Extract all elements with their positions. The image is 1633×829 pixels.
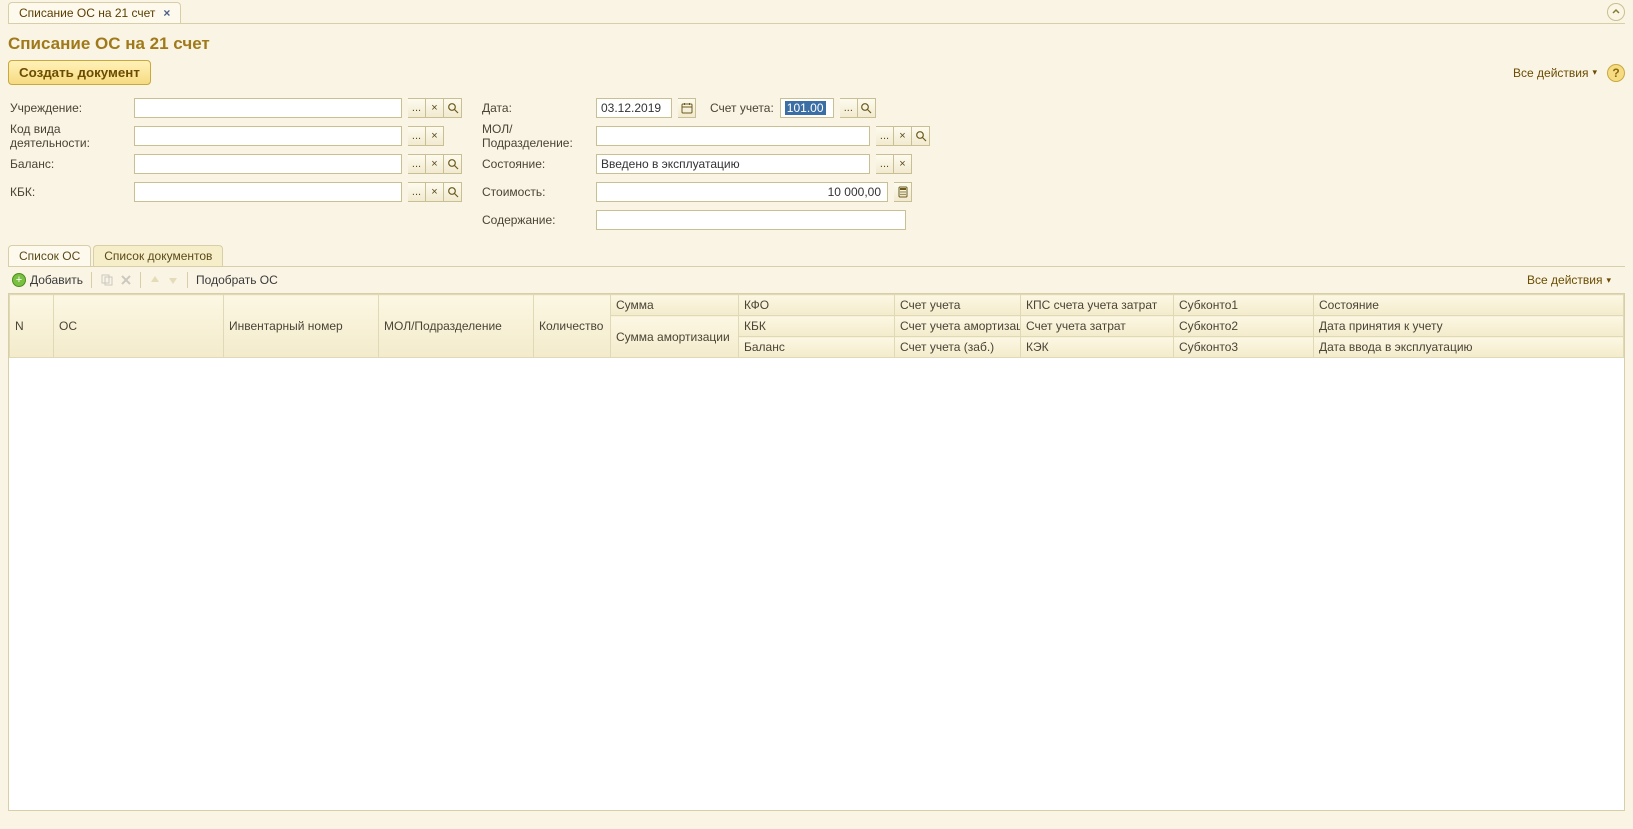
tab-main[interactable]: Списание ОС на 21 счет × [8,2,181,23]
list-toolbar: + Добавить Подобрать ОС Все действия ▾ [8,267,1625,293]
search-button[interactable] [858,98,876,118]
mol-input[interactable] [596,126,870,146]
cost-value: 10 000,00 [601,185,883,199]
page-title: Списание ОС на 21 счет [8,34,1625,54]
mol-label: МОЛ/Подразделение: [482,122,590,150]
ellipsis-button[interactable]: ... [408,126,426,146]
col-date-accept[interactable]: Дата принятия к учету [1314,316,1624,337]
col-os[interactable]: ОС [54,295,224,358]
ellipsis-button[interactable]: ... [408,98,426,118]
calculator-icon[interactable] [894,182,912,202]
col-amort[interactable]: Сумма амортизации [611,316,739,358]
balance-label: Баланс: [10,157,128,171]
col-acc-cost[interactable]: Счет учета затрат [1021,316,1174,337]
activity-input[interactable] [134,126,402,146]
list-all-actions-menu[interactable]: Все действия ▾ [1527,273,1611,287]
institution-label: Учреждение: [10,101,128,115]
move-up-button[interactable] [149,274,161,286]
all-actions-label: Все действия [1513,66,1588,80]
col-sum[interactable]: Сумма [611,295,739,316]
filters-col-a: Учреждение: ... × Код вида деятельности:… [10,97,462,231]
col-acc-amort[interactable]: Счет учета амортизации [895,316,1021,337]
clear-button[interactable]: × [894,154,912,174]
os-grid[interactable]: N ОС Инвентарный номер МОЛ/Подразделение… [8,293,1625,811]
cost-input[interactable]: 10 000,00 [596,182,888,202]
page-toolbar: Создать документ Все действия ▾ ? [8,60,1625,85]
col-kps[interactable]: КПС счета учета затрат [1021,295,1174,316]
list-all-actions-label: Все действия [1527,273,1602,287]
state-input[interactable]: Введено в эксплуатацию [596,154,870,174]
col-qty[interactable]: Количество [534,295,611,358]
content-input[interactable] [596,210,906,230]
institution-input[interactable] [134,98,402,118]
col-state[interactable]: Состояние [1314,295,1624,316]
ellipsis-button[interactable]: ... [840,98,858,118]
tabstrip: Списание ОС на 21 счет × [8,0,1625,24]
col-kfo[interactable]: КФО [739,295,895,316]
search-button[interactable] [444,182,462,202]
col-sub3[interactable]: Субконто3 [1174,337,1314,358]
move-down-button[interactable] [167,274,179,286]
subtab-list-os[interactable]: Список ОС [8,245,91,266]
account-label: Счет учета: [710,101,774,115]
all-actions-menu[interactable]: Все действия ▾ [1513,66,1597,80]
search-button[interactable] [912,126,930,146]
kbk-input[interactable] [134,182,402,202]
ellipsis-button[interactable]: ... [408,154,426,174]
state-label: Состояние: [482,157,590,171]
add-row-button[interactable]: + Добавить [12,273,83,287]
balance-input[interactable] [134,154,402,174]
search-button[interactable] [444,154,462,174]
col-n[interactable]: N [10,295,54,358]
clear-button[interactable]: × [426,182,444,202]
create-document-button[interactable]: Создать документ [8,60,151,85]
col-acc-off[interactable]: Счет учета (заб.) [895,337,1021,358]
date-value: 03.12.2019 [601,101,667,115]
col-kbk[interactable]: КБК [739,316,895,337]
clear-button[interactable]: × [426,98,444,118]
col-inv[interactable]: Инвентарный номер [224,295,379,358]
date-input[interactable]: 03.12.2019 [596,98,672,118]
chevron-down-icon: ▾ [1592,67,1597,78]
ellipsis-button[interactable]: ... [876,154,894,174]
search-button[interactable] [444,98,462,118]
chevron-down-icon: ▾ [1606,275,1611,286]
col-sub1[interactable]: Субконто1 [1174,295,1314,316]
activity-label: Код вида деятельности: [10,122,128,150]
delete-row-button[interactable] [120,274,132,286]
collapse-panel-button[interactable] [1607,3,1625,21]
account-value: 101.00 [785,101,826,115]
kbk-label: КБК: [10,185,128,199]
filters-area: Учреждение: ... × Код вида деятельности:… [8,97,1625,231]
col-sub2[interactable]: Субконто2 [1174,316,1314,337]
plus-icon: + [12,273,26,287]
calendar-icon[interactable] [678,98,696,118]
add-label: Добавить [30,273,83,287]
col-kek[interactable]: КЭК [1021,337,1174,358]
pick-os-button[interactable]: Подобрать ОС [196,273,278,287]
clear-button[interactable]: × [894,126,912,146]
content-label: Содержание: [482,213,590,227]
copy-row-button[interactable] [100,273,114,287]
subtab-list-docs[interactable]: Список документов [93,245,223,266]
clear-button[interactable]: × [426,154,444,174]
ellipsis-button[interactable]: ... [876,126,894,146]
date-label: Дата: [482,101,590,115]
close-icon[interactable]: × [163,6,170,20]
ellipsis-button[interactable]: ... [408,182,426,202]
filters-col-b: Дата: 03.12.2019 Счет учета: 101.00 ... [482,97,930,231]
account-input[interactable]: 101.00 [780,98,834,118]
col-date-commiss[interactable]: Дата ввода в эксплуатацию [1314,337,1624,358]
help-button[interactable]: ? [1607,64,1625,82]
tab-title: Списание ОС на 21 счет [19,6,155,20]
cost-label: Стоимость: [482,185,590,199]
col-balance[interactable]: Баланс [739,337,895,358]
state-value: Введено в эксплуатацию [601,157,865,171]
clear-button[interactable]: × [426,126,444,146]
subtabs: Список ОС Список документов [8,245,1625,267]
col-mol[interactable]: МОЛ/Подразделение [379,295,534,358]
col-account[interactable]: Счет учета [895,295,1021,316]
